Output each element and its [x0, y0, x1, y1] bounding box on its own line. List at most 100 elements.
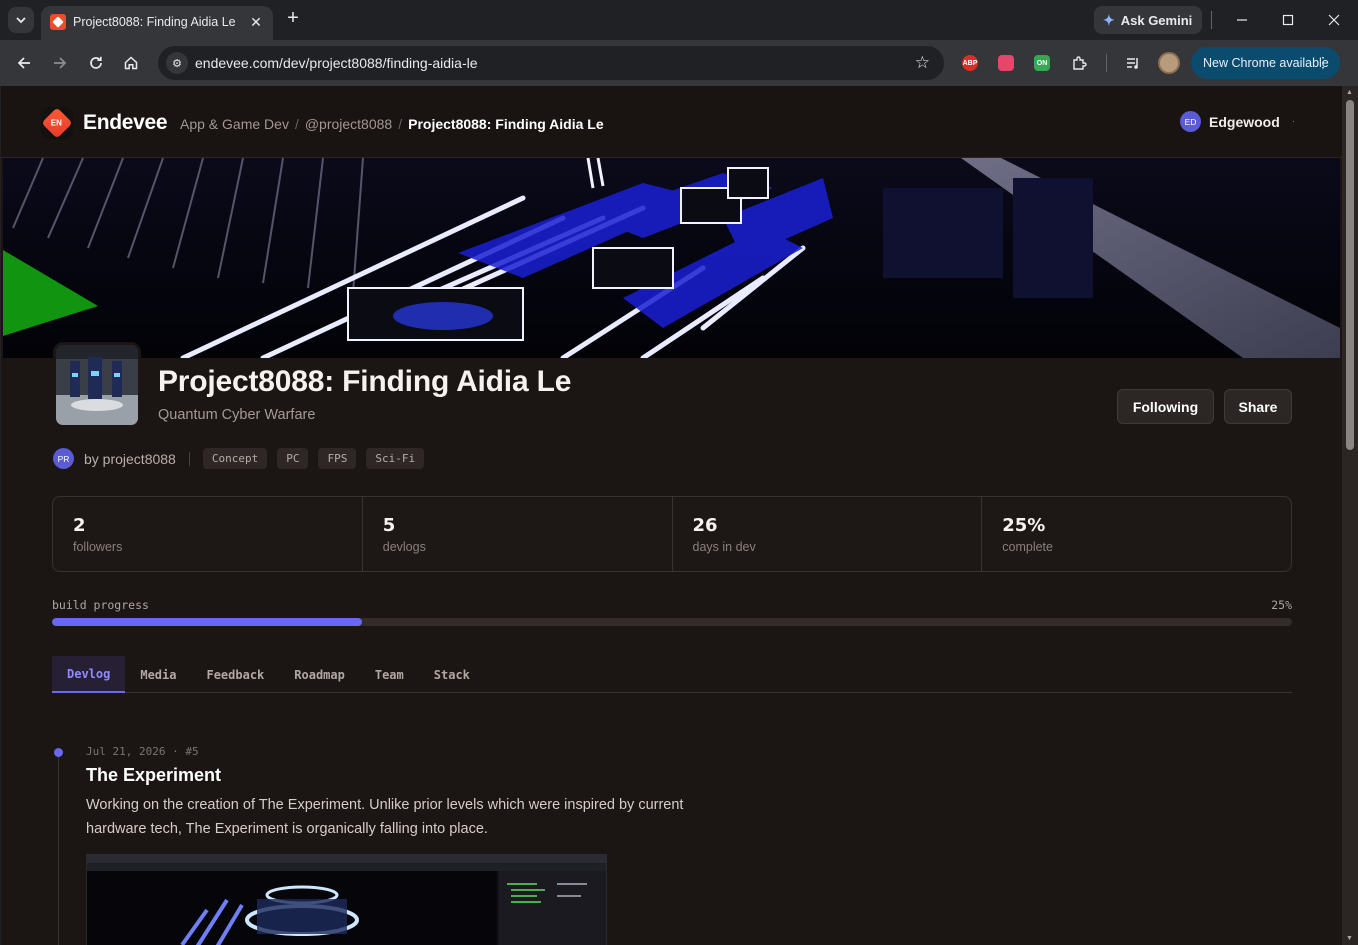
breadcrumb-separator: /: [294, 116, 299, 132]
tab-devlog[interactable]: Devlog: [52, 656, 126, 693]
build-progress-percent: 25%: [1271, 598, 1292, 612]
gemini-sparkle-icon: ✦: [1103, 11, 1115, 28]
page-scrollbar[interactable]: ▲ ▼: [1342, 86, 1358, 945]
breadcrumb-separator: /: [398, 116, 403, 132]
tab-search-button[interactable]: [8, 7, 34, 33]
project-stats: 2 followers 5 devlogs 26 days in dev 25%…: [52, 496, 1292, 572]
arrow-left-icon: [17, 57, 30, 69]
user-avatar: ED: [1180, 111, 1201, 132]
stat-devlogs: 5 devlogs: [363, 497, 673, 571]
endevee-logo[interactable]: EN: [41, 107, 73, 139]
scrollbar-thumb[interactable]: [1346, 100, 1354, 450]
project-thumbnail: [53, 342, 141, 428]
dropdown-dot-icon: ·: [1291, 116, 1296, 127]
adblock-extension-icon[interactable]: ABP: [962, 55, 978, 71]
author-avatar[interactable]: PR: [53, 448, 74, 469]
site-info-icon[interactable]: ⚙: [166, 52, 188, 74]
stat-days-in-dev: 26 days in dev: [673, 497, 983, 571]
address-bar[interactable]: ⚙ endevee.com/dev/project8088/finding-ai…: [158, 46, 944, 80]
user-name: Edgewood: [1209, 113, 1280, 130]
toolbar-divider: [1106, 54, 1107, 72]
back-button[interactable]: [12, 51, 36, 75]
bookmark-star-icon[interactable]: ☆: [915, 53, 930, 73]
author-link[interactable]: by project8088: [84, 451, 176, 467]
user-menu[interactable]: ED Edgewood ·: [1180, 111, 1295, 132]
browser-toolbar: ⚙ endevee.com/dev/project8088/finding-ai…: [0, 40, 1358, 86]
breadcrumb: App & Game Dev / @project8088 / Project8…: [180, 116, 604, 132]
scroll-up-icon[interactable]: ▲: [1346, 89, 1353, 96]
new-chrome-label: New Chrome available: [1203, 56, 1329, 70]
maximize-button[interactable]: [1275, 8, 1301, 32]
media-controls-button[interactable]: [1121, 51, 1145, 75]
new-chrome-available-button[interactable]: New Chrome available ⋮: [1191, 47, 1340, 79]
tab-team[interactable]: Team: [360, 656, 419, 693]
stat-value: 5: [382, 515, 396, 536]
stat-followers: 2 followers: [53, 497, 363, 571]
stat-label: followers: [73, 540, 123, 554]
tab-title: Project8088: Finding Aidia Le: [73, 15, 236, 29]
site-favicon-icon: [50, 14, 66, 30]
stat-complete: 25% complete: [982, 497, 1291, 571]
tab-stack[interactable]: Stack: [419, 656, 485, 693]
project-tabs: Devlog Media Feedback Roadmap Team Stack: [52, 656, 1292, 693]
close-icon[interactable]: ✕: [247, 13, 265, 31]
new-tab-button[interactable]: +: [283, 8, 303, 29]
breadcrumb-developer[interactable]: @project8088: [305, 116, 392, 132]
minimize-button[interactable]: [1229, 8, 1255, 32]
stat-value: 25%: [1002, 515, 1046, 536]
editor-screenshot-image: [87, 855, 606, 945]
devlog-entry-screenshot[interactable]: [86, 854, 607, 945]
page-viewport: EN Endevee App & Game Dev / @project8088…: [1, 86, 1342, 945]
build-progress-fill: [52, 618, 362, 626]
following-button[interactable]: Following: [1117, 389, 1214, 424]
tag-concept[interactable]: Concept: [202, 448, 268, 469]
extensions-button[interactable]: [1067, 51, 1091, 75]
devlog-entry-meta: Jul 21, 2026 · #5: [86, 745, 199, 758]
breadcrumb-current: Project8088: Finding Aidia Le: [408, 116, 604, 132]
build-progress-bar: [52, 618, 1292, 626]
scroll-down-icon[interactable]: ▼: [1346, 935, 1353, 942]
devlog-entry-body: Working on the creation of The Experimen…: [86, 797, 684, 837]
window-controls-divider: [1211, 11, 1212, 29]
tab-media[interactable]: Media: [125, 656, 191, 693]
breadcrumb-category[interactable]: App & Game Dev: [180, 116, 289, 132]
close-window-icon: [1328, 14, 1340, 26]
kebab-menu-icon[interactable]: ⋮: [1316, 54, 1330, 71]
maximize-icon: [1282, 14, 1294, 26]
share-button[interactable]: Share: [1224, 389, 1292, 424]
browser-tabstrip: Project8088: Finding Aidia Le ✕ + ✦ Ask …: [0, 0, 1358, 40]
site-header: EN Endevee App & Game Dev / @project8088…: [1, 86, 1342, 158]
media-extension-icon[interactable]: [998, 55, 1014, 71]
url-text[interactable]: endevee.com/dev/project8088/finding-aidi…: [195, 55, 478, 71]
project-byline: PR by project8088 Concept PC FPS Sci-Fi: [53, 448, 425, 469]
forward-button[interactable]: [48, 51, 72, 75]
tag-fps[interactable]: FPS: [318, 448, 357, 469]
devlog-entry-title[interactable]: The Experiment: [86, 765, 221, 786]
tag-scifi[interactable]: Sci-Fi: [366, 448, 425, 469]
project-title: Project8088: Finding Aidia Le: [158, 365, 572, 398]
stat-label: days in dev: [692, 540, 756, 554]
tab-feedback[interactable]: Feedback: [191, 656, 279, 693]
tab-roadmap[interactable]: Roadmap: [279, 656, 360, 693]
arrow-right-icon: [54, 57, 67, 69]
stat-label: devlogs: [382, 540, 426, 554]
byline-divider: [188, 451, 190, 466]
profile-avatar[interactable]: [1158, 52, 1180, 74]
stat-value: 26: [692, 515, 718, 536]
tag-pc[interactable]: PC: [277, 448, 309, 469]
ask-gemini-button[interactable]: ✦ Ask Gemini: [1094, 6, 1202, 34]
toggle-extension-icon[interactable]: ON: [1034, 55, 1050, 71]
reload-button[interactable]: [84, 51, 108, 75]
timeline-dot: [54, 748, 63, 757]
devlog-timeline: [58, 752, 59, 945]
reload-icon: [90, 56, 102, 69]
home-button[interactable]: [119, 51, 143, 75]
browser-tab-active[interactable]: Project8088: Finding Aidia Le ✕: [41, 6, 273, 40]
brand-name[interactable]: Endevee: [83, 111, 168, 135]
project-subtitle: Quantum Cyber Warfare: [158, 407, 316, 423]
stat-value: 2: [73, 515, 86, 536]
project-banner-image: [3, 158, 1340, 358]
puzzle-icon: [1073, 56, 1087, 70]
close-window-button[interactable]: [1321, 8, 1347, 32]
logo-text: EN: [51, 118, 63, 128]
